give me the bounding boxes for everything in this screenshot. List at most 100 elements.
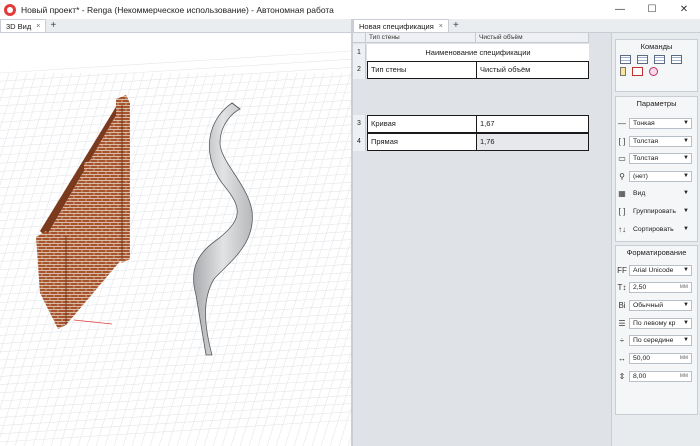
group-menu-button[interactable]: Группировать ▼	[629, 206, 692, 217]
table-cell[interactable]: Чистый объём	[476, 61, 589, 79]
specification-area: Тип стены Чистый объём 1 Наименование сп…	[353, 33, 611, 446]
maximize-button[interactable]: ☐	[636, 0, 668, 19]
align-vertical-icon: ÷	[619, 336, 625, 345]
horizontal-align-row: ☰ По левому кр ▼	[615, 317, 692, 330]
minimize-button[interactable]: —	[604, 0, 636, 19]
font-size-icon: T↕	[617, 283, 627, 292]
table-cell[interactable]: Кривая	[367, 115, 477, 133]
insert-column-icon[interactable]	[654, 55, 665, 64]
table-cell[interactable]: Тип стены	[367, 61, 477, 79]
input-value: 50,00	[633, 355, 651, 362]
border-thick-row: [ ] Толстая ▼	[615, 135, 692, 148]
row-number: 2	[353, 61, 366, 79]
font-family-row: FF Arial Unicode ▼	[615, 264, 692, 277]
thick-box-icon: ▭	[618, 154, 626, 163]
horizontal-align-dropdown[interactable]: По левому кр ▼	[629, 318, 692, 329]
table-cell[interactable]: Прямая	[367, 133, 477, 151]
spec-title-cell[interactable]: Наименование спецификации	[367, 44, 589, 61]
tab-3d-view[interactable]: 3D Вид ×	[0, 19, 47, 32]
chevron-down-icon: ▼	[683, 267, 689, 273]
sort-menu-button[interactable]: Сортировать ▼	[629, 224, 692, 235]
unit-label: мм	[679, 373, 688, 379]
window-title: Новый проект* - Renga (Некоммерческое ис…	[21, 4, 334, 15]
spec-tab-bar: Новая спецификация × +	[353, 19, 700, 33]
row-number: 4	[353, 133, 366, 151]
font-family-icon: FF	[617, 266, 627, 275]
thin-line-icon: —	[618, 119, 626, 128]
font-style-icon: Bi	[618, 301, 626, 310]
column-width-icon: ↔	[618, 354, 626, 363]
thick-bracket-icon: [ ]	[618, 137, 626, 146]
column-header-row: Тип стены Чистый объём	[353, 33, 589, 43]
properties-panel: Команды Параметры — Тонкая ▼ [ ] Толстая ▼…	[611, 33, 700, 446]
commands-toolbar	[616, 53, 697, 78]
dropdown-value: По левому кр	[633, 320, 676, 327]
window-controls: — ☐ ✕	[604, 0, 700, 19]
font-family-dropdown[interactable]: Arial Unicode ▼	[629, 265, 692, 276]
input-value: 2,50	[633, 284, 647, 291]
add-tab-button[interactable]: +	[46, 19, 60, 32]
dropdown-value: Обычный	[633, 302, 664, 309]
dropdown-value: Толстая	[633, 138, 659, 145]
insert-row-below-icon[interactable]	[637, 55, 648, 64]
column-width-input[interactable]: 50,00 мм	[629, 353, 692, 364]
group-row: [ ] Группировать ▼	[615, 205, 692, 218]
border-thin-row: — Тонкая ▼	[615, 117, 692, 130]
view-menu-button[interactable]: Вид ▼	[629, 188, 692, 199]
outer-border-dropdown[interactable]: Толстая ▼	[629, 136, 692, 147]
close-tab-icon[interactable]: ×	[439, 23, 443, 30]
close-tab-icon[interactable]: ×	[36, 23, 40, 30]
filter-dropdown[interactable]: (нет) ▼	[629, 171, 692, 182]
font-style-row: Bi Обычный ▼	[615, 299, 692, 312]
align-horizontal-icon: ☰	[618, 319, 626, 328]
row-height-input[interactable]: 8,00 мм	[629, 371, 692, 382]
chevron-down-icon: ▼	[683, 190, 689, 196]
menu-label: Сортировать	[633, 226, 674, 233]
font-style-dropdown[interactable]: Обычный ▼	[629, 300, 692, 311]
border-box-row: ▭ Толстая ▼	[615, 152, 692, 165]
border-style-dropdown[interactable]: Тонкая ▼	[629, 118, 692, 129]
input-value: 8,00	[633, 373, 647, 380]
chevron-down-icon: ▼	[683, 138, 689, 144]
row-number: 3	[353, 115, 366, 133]
sort-icon: ↑↓	[618, 225, 626, 234]
chevron-down-icon: ▼	[683, 320, 689, 326]
edit-icon[interactable]	[620, 67, 626, 76]
insert-row-above-icon[interactable]	[620, 55, 631, 64]
column-header[interactable]: Тип стены	[366, 33, 476, 43]
add-tab-button[interactable]: +	[449, 19, 463, 32]
chevron-down-icon: ▼	[683, 155, 689, 161]
dropdown-value: Arial Unicode	[633, 267, 674, 274]
font-size-row: T↕ 2,50 мм	[615, 281, 692, 294]
table-cell[interactable]: 1,67	[476, 115, 589, 133]
chevron-down-icon: ▼	[683, 302, 689, 308]
menu-label: Группировать	[633, 208, 676, 215]
corner-cell	[353, 33, 366, 43]
title-bar: Новый проект* - Renga (Некоммерческое ис…	[0, 0, 700, 19]
close-button[interactable]: ✕	[668, 0, 700, 19]
sort-row: ↑↓ Сортировать ▼	[615, 223, 692, 236]
dropdown-value: По середине	[633, 337, 674, 344]
dropdown-value: (нет)	[633, 173, 648, 180]
tab-new-specification[interactable]: Новая спецификация ×	[353, 19, 449, 32]
frame-border-dropdown[interactable]: Толстая ▼	[629, 153, 692, 164]
3d-viewport[interactable]	[0, 33, 351, 446]
table-settings-icon[interactable]	[671, 55, 682, 64]
tab-label: 3D Вид	[6, 21, 32, 31]
vertical-align-dropdown[interactable]: По середине ▼	[629, 335, 692, 346]
font-size-input[interactable]: 2,50 мм	[629, 282, 692, 293]
row-height-icon: ⇕	[618, 372, 626, 381]
delete-icon[interactable]	[632, 67, 643, 76]
group-title: Команды	[640, 42, 673, 51]
column-header[interactable]: Чистый объём	[476, 33, 589, 43]
viewport-tab-bar: 3D Вид × +	[0, 19, 351, 33]
chevron-down-icon: ▼	[683, 208, 689, 214]
dropdown-value: Толстая	[633, 155, 659, 162]
column-width-row: ↔ 50,00 мм	[615, 352, 692, 365]
renga-logo-icon	[4, 3, 16, 16]
search-icon[interactable]	[649, 67, 658, 76]
unit-label: мм	[679, 355, 688, 361]
straight-brick-wall[interactable]	[36, 95, 130, 329]
table-cell[interactable]: 1,76	[476, 133, 589, 151]
tab-label: Новая спецификация	[359, 21, 434, 31]
